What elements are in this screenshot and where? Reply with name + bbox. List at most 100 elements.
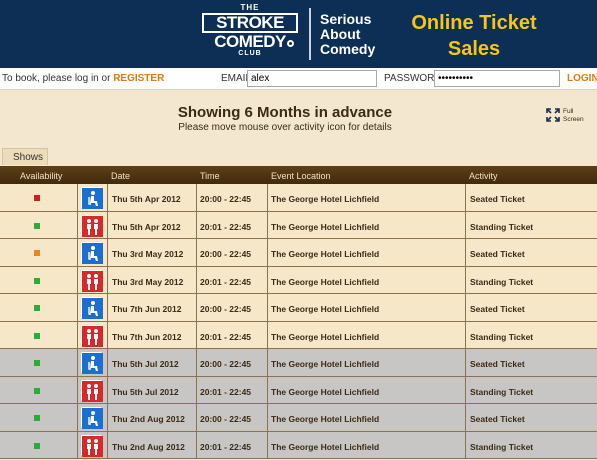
event-date: Thu 3rd May 2012 [112,249,184,259]
column-separator [77,376,78,403]
column-separator [196,239,197,266]
event-activity: Standing Ticket [470,441,534,452]
fullscreen-icon [546,108,560,122]
register-link[interactable]: REGISTER [113,73,164,84]
column-separator [267,431,268,458]
column-separator [465,294,466,321]
availability-indicator [34,305,40,311]
column-separator [267,184,268,211]
standing-icon[interactable] [81,434,103,457]
column-separator [465,266,466,293]
event-activity: Standing Ticket [470,276,534,287]
availability-indicator [34,195,40,201]
event-location: The George Hotel Lichfield [271,331,380,342]
table-row: Thu 7th Jun 2012 20:01 - 22:45 The George … [0,321,597,349]
event-activity: Seated Ticket [470,194,525,204]
event-time: 20:01 - 22:45 [200,386,252,397]
standing-icon[interactable] [81,379,103,402]
column-separator [465,349,466,376]
column-separator [77,349,78,376]
column-separator [107,266,108,293]
column-separator [107,294,108,321]
seated-icon[interactable] [81,352,103,374]
standing-icon[interactable] [81,324,103,347]
column-separator [107,239,108,266]
column-separator [77,321,78,348]
event-date: Thu 2nd Aug 2012 [112,414,185,424]
column-separator [465,321,466,348]
password-field[interactable] [434,70,560,87]
column-separator [465,184,466,211]
column-separator [196,349,197,376]
tagline-line-1: Serious [320,11,372,27]
login-prompt: To book, please log in or REGISTER [2,73,164,84]
column-separator [77,266,78,293]
event-activity: Seated Ticket [470,359,525,369]
login-button[interactable]: LOGIN [567,73,597,84]
availability-indicator [34,332,40,339]
column-header-date: Date [111,171,131,181]
column-separator [465,376,466,403]
availability-indicator [34,250,40,256]
event-location: The George Hotel Lichfield [271,221,380,232]
event-location: The George Hotel Lichfield [271,414,380,424]
tab-shows[interactable]: Shows [2,148,48,165]
column-separator [107,349,108,376]
event-time: 20:00 - 22:45 [200,359,252,369]
column-separator [196,376,197,403]
column-separator [465,404,466,431]
column-separator [77,431,78,458]
page-title: Showing 6 Months in advance [177,104,393,121]
column-header-activity: Activity [469,171,498,181]
seated-icon[interactable] [81,297,103,319]
event-date: Thu 7th Jun 2012 [112,331,182,342]
table-row: Thu 2nd Aug 2012 20:00 - 22:45 The George … [0,404,597,432]
event-date: Thu 3rd May 2012 [112,276,184,287]
column-separator [267,376,268,403]
seated-icon[interactable] [81,187,103,209]
column-separator [465,239,466,266]
column-separator [267,239,268,266]
table-row: Thu 3rd May 2012 20:00 - 22:45 The George … [0,239,597,267]
event-location: The George Hotel Lichfield [271,304,380,314]
column-separator [196,211,197,238]
event-location: The George Hotel Lichfield [271,194,380,204]
event-time: 20:01 - 22:45 [200,331,252,342]
column-separator [107,184,108,211]
event-date: Thu 5th Jul 2012 [112,386,179,397]
column-separator [465,211,466,238]
table-row: Thu 3rd May 2012 20:01 - 22:45 The George … [0,266,597,294]
column-separator [77,294,78,321]
availability-indicator [34,360,40,366]
availability-indicator [34,442,40,449]
column-header-event-location: Event Location [271,171,331,181]
event-location: The George Hotel Lichfield [271,386,380,397]
full-screen-button[interactable]: Full Screen [546,108,596,128]
shows-table-body: Thu 5th Apr 2012 20:00 - 22:45 The George … [0,184,597,459]
column-separator [267,211,268,238]
logo-club: CLUB [238,50,262,57]
email-field[interactable] [247,70,377,87]
event-location: The George Hotel Lichfield [271,359,380,369]
column-separator [107,376,108,403]
microphone-icon [287,40,294,47]
table-row: Thu 5th Jul 2012 20:01 - 22:45 The George … [0,376,597,404]
table-row: Thu 5th Jul 2012 20:00 - 22:45 The George … [0,349,597,377]
column-separator [267,266,268,293]
table-row: Thu 5th Apr 2012 20:01 - 22:45 The George … [0,211,597,239]
standing-icon[interactable] [81,214,103,237]
seated-icon[interactable] [81,242,103,264]
site-title: Online Ticket Sales [394,10,554,62]
column-separator [196,184,197,211]
availability-indicator [34,415,40,421]
standing-icon[interactable] [81,269,103,292]
seated-icon[interactable] [81,407,103,429]
stroke-comedy-club-logo[interactable]: THE STROKE COMEDY CLUB [198,4,302,64]
column-separator [196,404,197,431]
event-time: 20:00 - 22:45 [200,249,252,259]
page-subtitle: Please move mouse over activity icon for… [178,122,392,133]
event-date: Thu 5th Apr 2012 [112,194,181,204]
site-title-line-2: Sales [447,38,501,60]
tagline-line-3: Comedy [320,41,376,57]
tagline-line-2: About [320,26,361,42]
